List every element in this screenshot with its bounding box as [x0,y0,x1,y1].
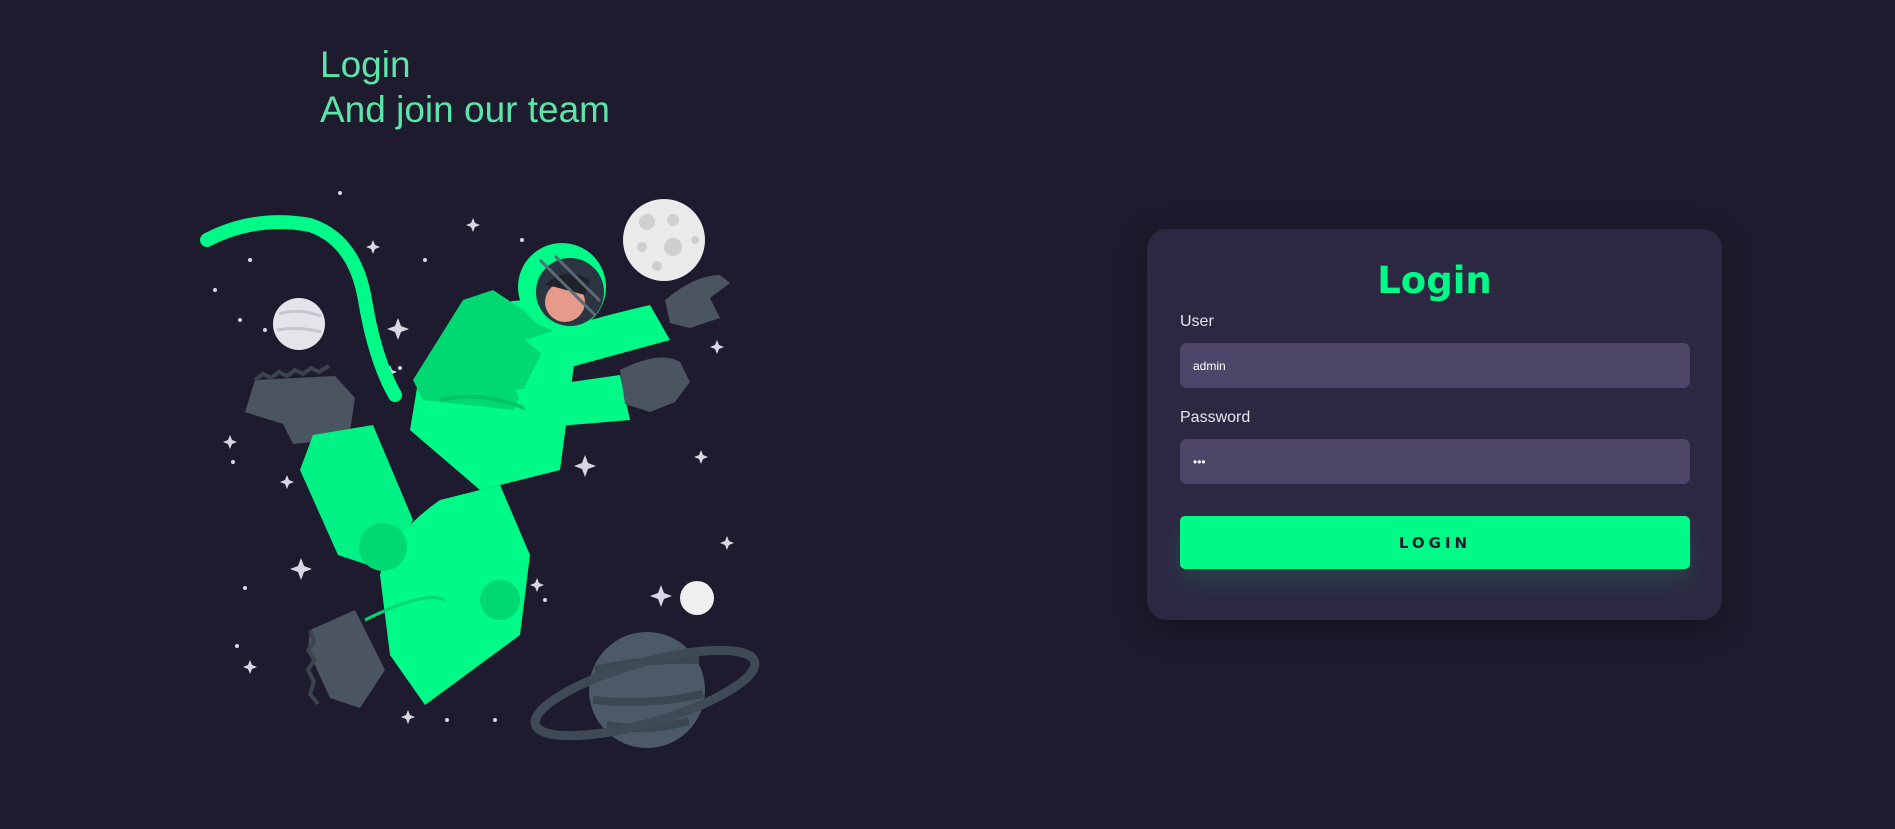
login-page: Login And join our team Login User admin… [0,0,1895,829]
hero-heading-line1: Login [320,44,411,85]
card-title: Login [1377,259,1492,302]
user-label: User [1180,313,1214,330]
astronaut-illustration-icon [200,191,760,748]
password-input[interactable] [1180,439,1690,484]
user-input[interactable] [1180,343,1690,388]
password-label: Password [1180,409,1251,426]
hero-heading-line2: And join our team [320,89,611,130]
login-card: Login User Password LOGIN [1147,229,1722,620]
login-button[interactable]: LOGIN [1180,516,1690,569]
hero-heading: Login And join our team [320,42,610,132]
